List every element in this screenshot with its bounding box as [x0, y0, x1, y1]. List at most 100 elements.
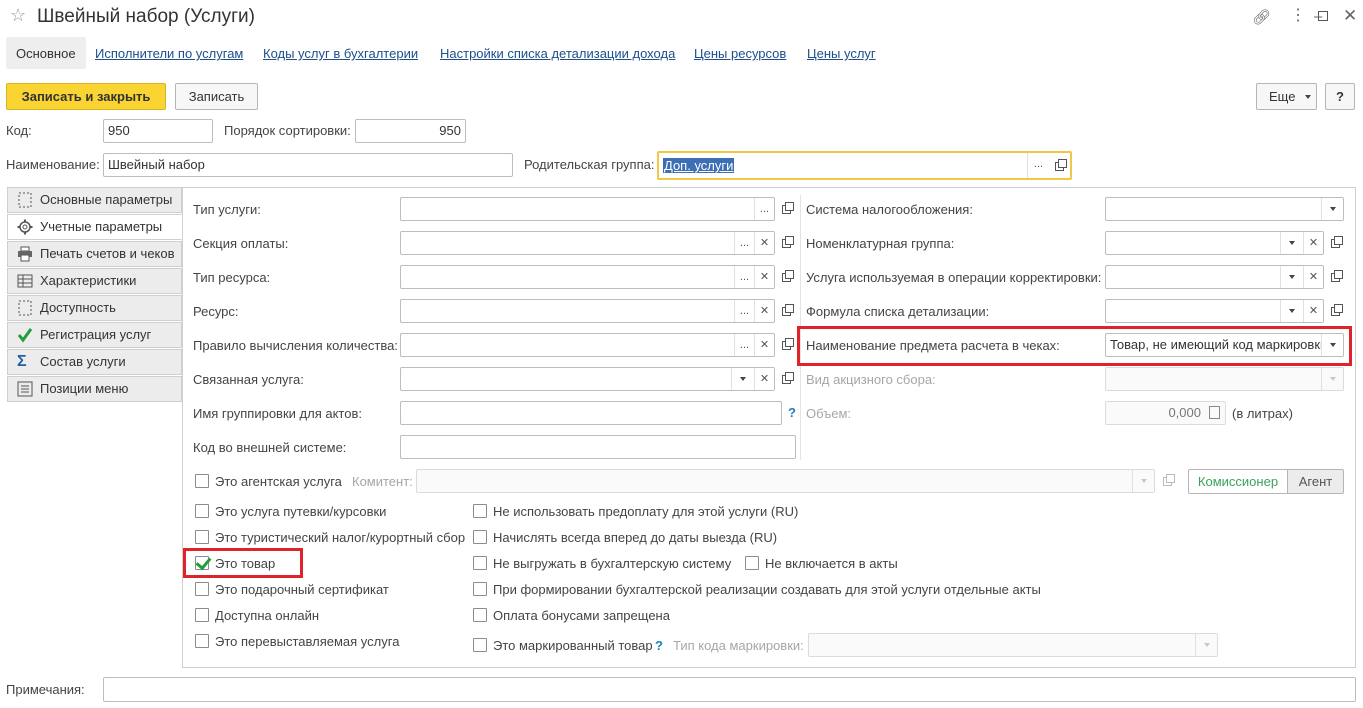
agent-service-checkbox[interactable] — [195, 474, 209, 488]
gear-icon — [17, 219, 33, 235]
excise-type-label: Вид акцизного сбора: — [806, 372, 936, 387]
open-icon[interactable] — [776, 265, 796, 289]
open-icon[interactable] — [776, 333, 796, 357]
save-button[interactable]: Записать — [175, 83, 258, 110]
correction-service-input[interactable]: ✕ — [1105, 265, 1324, 289]
clear-icon[interactable]: ✕ — [754, 368, 774, 390]
clear-icon[interactable]: ✕ — [1303, 266, 1323, 288]
select-dots-icon[interactable]: ... — [734, 334, 754, 356]
marked-goods-checkbox[interactable] — [473, 638, 487, 652]
open-icon — [1157, 469, 1177, 493]
calculator-icon — [1209, 406, 1220, 419]
tax-system-label: Система налогообложения: — [806, 202, 973, 217]
open-icon[interactable] — [1325, 265, 1345, 289]
detail-formula-input[interactable]: ✕ — [1105, 299, 1324, 323]
open-icon[interactable] — [1325, 299, 1345, 323]
tab-accounting-params[interactable]: Учетные параметры — [7, 214, 182, 240]
favorite-star-icon[interactable]: ☆ — [10, 5, 26, 26]
notes-input[interactable] — [103, 677, 1356, 702]
payment-section-input[interactable]: ... ✕ — [400, 231, 775, 255]
no-export-label: Не выгружать в бухгалтерскую систему — [493, 556, 732, 571]
tourist-tax-checkbox[interactable] — [195, 530, 209, 544]
payment-section-label: Секция оплаты: — [193, 236, 289, 251]
tab-service-registration[interactable]: Регистрация услуг — [7, 322, 182, 348]
clear-icon[interactable]: ✕ — [1303, 232, 1323, 254]
tab-income-detail-settings[interactable]: Настройки списка детализации дохода — [440, 46, 675, 61]
select-dots-icon[interactable]: ... — [734, 300, 754, 322]
code-input[interactable]: 950 — [103, 119, 213, 143]
chevron-down-icon[interactable] — [1280, 232, 1302, 254]
charge-ahead-checkbox[interactable] — [473, 530, 487, 544]
parent-group-field[interactable]: Доп. услуги ... — [657, 151, 1072, 180]
chevron-down-icon[interactable] — [1321, 198, 1343, 220]
save-and-close-button[interactable]: Записать и закрыть — [6, 83, 166, 110]
voucher-service-checkbox[interactable] — [195, 504, 209, 518]
tab-print-invoices[interactable]: Печать счетов и чеков — [7, 241, 182, 267]
clear-icon[interactable]: ✕ — [1303, 300, 1323, 322]
resource-type-input[interactable]: ... ✕ — [400, 265, 775, 289]
sort-order-input[interactable]: 950 — [355, 119, 466, 143]
not-in-acts-checkbox[interactable] — [745, 556, 759, 570]
parent-group-label: Родительская группа: — [524, 157, 655, 172]
help-question-icon[interactable]: ? — [655, 638, 663, 653]
act-group-name-input[interactable] — [400, 401, 782, 425]
help-button[interactable]: ? — [1325, 83, 1355, 110]
more-button[interactable]: Еще — [1256, 83, 1317, 110]
open-icon[interactable] — [776, 299, 796, 323]
correction-service-label: Услуга используемая в операции корректир… — [806, 270, 1102, 285]
tab-availability[interactable]: Доступность — [7, 295, 182, 321]
menu-dots-icon[interactable]: ⋮ — [1290, 5, 1306, 25]
tab-resource-prices[interactable]: Цены ресурсов — [694, 46, 786, 61]
online-available-checkbox[interactable] — [195, 608, 209, 622]
resource-type-label: Тип ресурса: — [193, 270, 271, 285]
tab-performers[interactable]: Исполнители по услугам — [95, 46, 243, 61]
chevron-down-icon — [1305, 95, 1311, 99]
no-bonus-checkbox[interactable] — [473, 608, 487, 622]
clear-icon[interactable]: ✕ — [754, 300, 774, 322]
clear-icon[interactable]: ✕ — [754, 266, 774, 288]
maximize-icon[interactable] — [1318, 11, 1328, 21]
tab-menu-positions[interactable]: Позиции меню — [7, 376, 182, 402]
select-dots-icon[interactable]: ... — [754, 198, 774, 220]
name-label: Наименование: — [6, 157, 100, 172]
tax-system-select[interactable] — [1105, 197, 1344, 221]
select-dots-icon[interactable]: ... — [734, 232, 754, 254]
qty-rule-input[interactable]: ... ✕ — [400, 333, 775, 357]
tab-service-prices[interactable]: Цены услуг — [807, 46, 876, 61]
service-type-input[interactable]: ... — [400, 197, 775, 221]
agent-button[interactable]: Агент — [1287, 469, 1344, 494]
help-question-icon[interactable]: ? — [788, 405, 796, 420]
chevron-down-icon[interactable] — [1280, 300, 1302, 322]
open-icon[interactable] — [776, 367, 796, 391]
chevron-down-icon — [1321, 368, 1343, 390]
ext-code-input[interactable] — [400, 435, 796, 459]
linked-service-input[interactable]: ✕ — [400, 367, 775, 391]
commission-button[interactable]: Комиссионер — [1188, 469, 1288, 494]
clear-icon[interactable]: ✕ — [754, 232, 774, 254]
tab-characteristics[interactable]: Характеристики — [7, 268, 182, 294]
tab-accounting-codes[interactable]: Коды услуг в бухгалтерии — [263, 46, 418, 61]
gift-certificate-checkbox[interactable] — [195, 582, 209, 596]
nomenclature-group-input[interactable]: ✕ — [1105, 231, 1324, 255]
name-input[interactable]: Швейный набор — [103, 153, 513, 177]
clear-icon[interactable]: ✕ — [754, 334, 774, 356]
tab-basic-params[interactable]: Основные параметры — [7, 187, 182, 213]
tab-service-composition[interactable]: Σ Состав услуги — [7, 349, 182, 375]
open-icon[interactable] — [776, 197, 796, 221]
open-icon[interactable] — [1325, 231, 1345, 255]
green-check-icon — [17, 327, 33, 343]
no-export-checkbox[interactable] — [473, 556, 487, 570]
link-icon[interactable]: 🔗︎ — [1252, 8, 1271, 26]
select-dots-icon[interactable]: ... — [734, 266, 754, 288]
separate-acts-checkbox[interactable] — [473, 582, 487, 596]
open-icon[interactable] — [776, 231, 796, 255]
chevron-down-icon[interactable] — [1280, 266, 1302, 288]
open-icon[interactable] — [1049, 154, 1069, 178]
select-dots-icon[interactable]: ... — [1027, 153, 1049, 178]
chevron-down-icon[interactable] — [731, 368, 753, 390]
parent-group-value[interactable]: Доп. услуги — [663, 158, 735, 173]
reissued-service-checkbox[interactable] — [195, 634, 209, 648]
close-icon[interactable]: ✕ — [1343, 6, 1357, 26]
resource-input[interactable]: ... ✕ — [400, 299, 775, 323]
no-prepay-checkbox[interactable] — [473, 504, 487, 518]
